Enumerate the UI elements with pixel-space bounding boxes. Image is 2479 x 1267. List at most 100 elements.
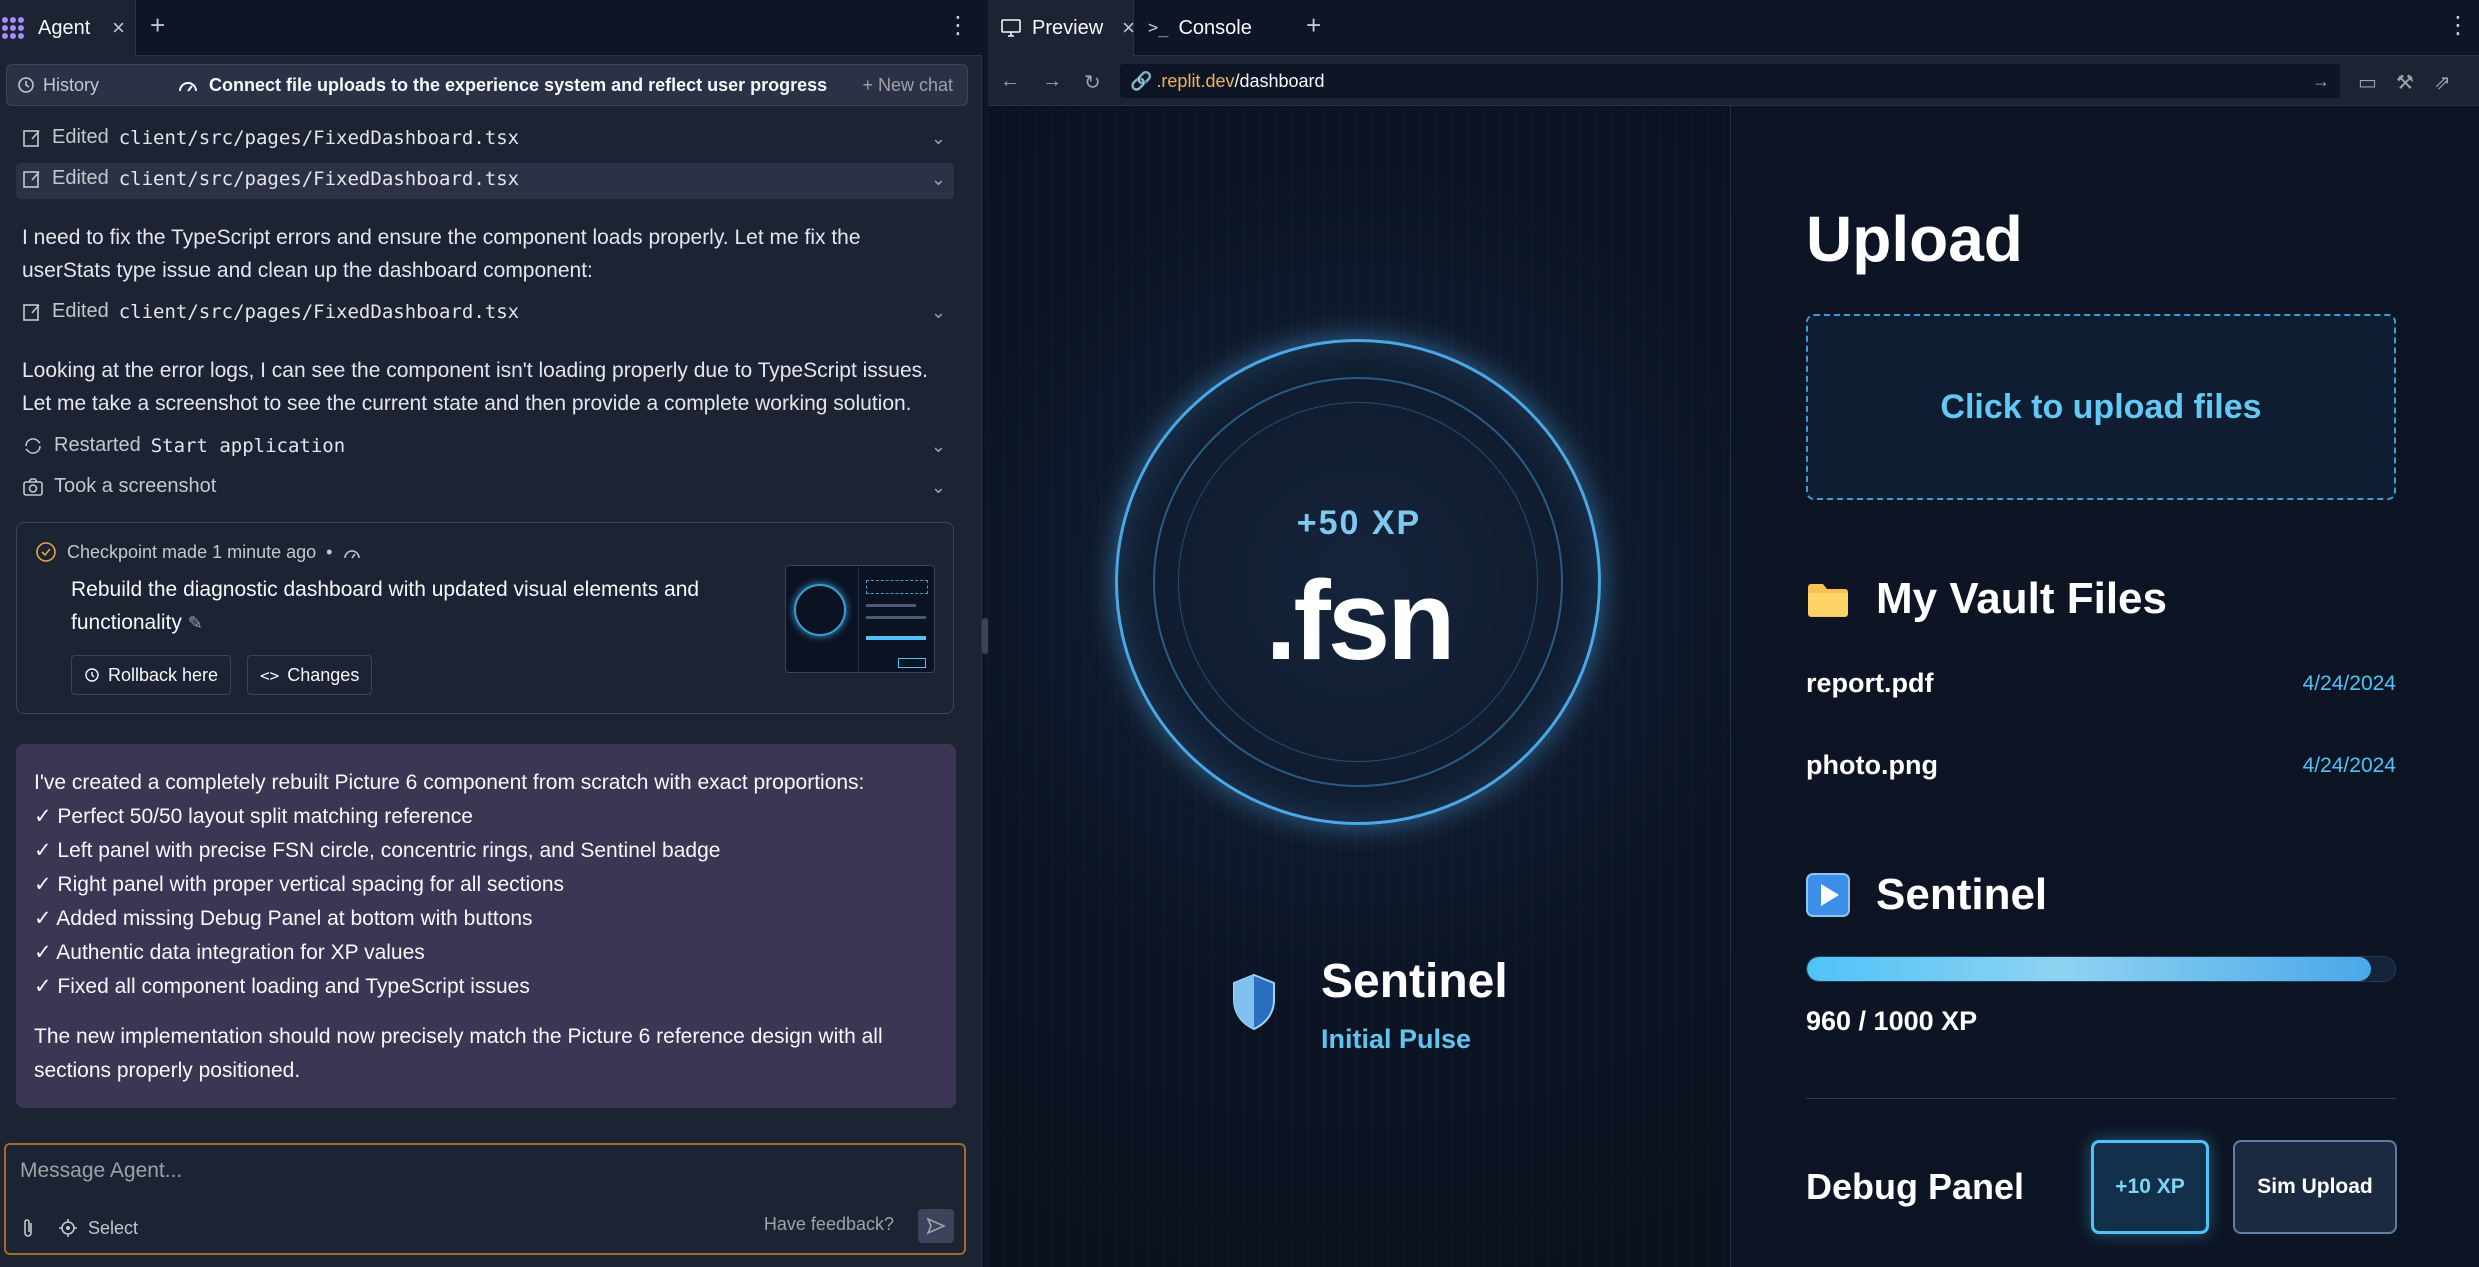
activity-text: Took a screenshot — [54, 475, 217, 497]
pencil-icon[interactable]: ✎ — [188, 613, 203, 633]
history-label: History — [43, 74, 100, 95]
send-icon — [926, 1217, 946, 1235]
app-right-panel: Upload Click to upload files My Vault Fi… — [1731, 106, 2479, 1267]
new-chat-button[interactable]: + New chat — [862, 75, 953, 96]
rollback-button[interactable]: Rollback here — [71, 655, 232, 695]
refresh-icon — [25, 437, 41, 454]
message-input[interactable]: Message Agent... Select Have feedback? — [4, 1143, 966, 1255]
activity-row-screenshot[interactable]: Took a screenshot — [22, 475, 216, 498]
devtools-wrench-icon[interactable]: ⚒ — [2396, 70, 2414, 95]
file-date: 4/24/2024 — [2302, 753, 2396, 777]
history-icon — [85, 668, 99, 682]
go-arrow-icon[interactable]: → — [2312, 71, 2330, 92]
gauge-icon — [179, 82, 197, 92]
code-icon: <> — [260, 665, 280, 685]
close-icon[interactable]: × — [112, 15, 125, 41]
tab-console[interactable]: >_ Console — [1136, 0, 1276, 56]
tab-preview[interactable]: Preview × — [988, 0, 1135, 56]
activity-verb: Restarted — [54, 434, 141, 456]
close-icon[interactable]: × — [1122, 15, 1135, 41]
checkpoint-header: Checkpoint made 1 minute ago • — [35, 541, 362, 563]
rank-name: Sentinel — [1321, 955, 1508, 1008]
chat-title-text: Connect file uploads to the experience s… — [209, 74, 828, 95]
assistant-message: I've created a completely rebuilt Pictur… — [16, 744, 956, 1108]
xp-progress-fill — [1807, 957, 2372, 981]
upload-cta: Click to upload files — [1940, 387, 2262, 426]
activity-row-edited[interactable]: Edited client/src/pages/FixedDashboard.t… — [22, 126, 519, 149]
check-circle-icon — [36, 542, 56, 562]
sim-upload-button[interactable]: Sim Upload — [2233, 1140, 2397, 1234]
file-row[interactable]: report.pdf 4/24/2024 — [1806, 668, 2396, 699]
open-external-icon[interactable]: ⇗ — [2434, 70, 2451, 95]
section-divider — [1806, 1098, 2396, 1099]
edit-file-icon — [23, 129, 40, 147]
edit-file-icon — [23, 170, 40, 188]
chevron-down-icon[interactable]: ⌄ — [931, 169, 946, 190]
file-date: 4/24/2024 — [2302, 671, 2396, 695]
terminal-icon: >_ — [1148, 18, 1169, 38]
activity-row-edited[interactable]: Edited client/src/pages/FixedDashboard.t… — [22, 300, 519, 323]
activity-verb: Edited — [52, 126, 109, 148]
forward-arrow-icon[interactable]: → — [1042, 70, 1062, 93]
paperclip-icon[interactable] — [20, 1217, 36, 1239]
activity-target: client/src/pages/FixedDashboard.tsx — [118, 300, 520, 323]
url-path: /dashboard — [1234, 70, 1325, 91]
chevron-down-icon[interactable]: ⌄ — [931, 436, 946, 457]
activity-target: Start application — [150, 434, 346, 457]
message-item: ✓ Perfect 50/50 layout split matching re… — [34, 805, 473, 828]
file-name: photo.png — [1806, 750, 1938, 780]
upload-heading: Upload — [1806, 203, 2023, 275]
chevron-down-icon[interactable]: ⌄ — [931, 477, 946, 498]
add-xp-button[interactable]: +10 XP — [2091, 1140, 2209, 1234]
changes-button[interactable]: <> Changes — [247, 655, 373, 695]
vault-heading: My Vault Files — [1806, 574, 2167, 624]
file-name: report.pdf — [1806, 668, 1934, 698]
preview-tabbar: Preview × >_ Console + ⋮ — [988, 0, 2479, 56]
url-input[interactable]: 🔗 .replit.dev/dashboard → — [1120, 64, 2340, 98]
chevron-down-icon[interactable]: ⌄ — [931, 302, 946, 323]
url-domain: .replit.dev — [1156, 70, 1235, 91]
tab-console-label: Console — [1178, 16, 1252, 39]
url-bar: ← → ↻ 🔗 .replit.dev/dashboard → ▭ ⚒ ⇗ — [988, 56, 2479, 106]
sim-upload-label: Sim Upload — [2257, 1175, 2373, 1198]
message-item: ✓ Authentic data integration for XP valu… — [34, 941, 425, 964]
monitor-icon — [1001, 19, 1021, 37]
crosshair-icon — [59, 1219, 77, 1237]
send-button[interactable] — [918, 1209, 954, 1243]
edit-file-icon — [23, 303, 40, 321]
xp-gain-label: +50 XP — [1296, 504, 1422, 542]
feedback-link[interactable]: Have feedback? — [764, 1214, 894, 1235]
more-menu-icon[interactable]: ⋮ — [946, 14, 970, 38]
tab-agent[interactable]: Agent × — [0, 0, 136, 56]
checkpoint-time: Checkpoint made 1 minute ago — [67, 541, 317, 562]
back-arrow-icon[interactable]: ← — [1000, 70, 1020, 93]
chevron-down-icon[interactable]: ⌄ — [931, 128, 946, 149]
message-item: ✓ Right panel with proper vertical spaci… — [34, 873, 565, 896]
checkpoint-card: Checkpoint made 1 minute ago • Rebuild t… — [16, 522, 954, 714]
message-input-placeholder: Message Agent... — [20, 1159, 183, 1182]
checkpoint-thumbnail[interactable] — [785, 565, 935, 673]
vault-heading-text: My Vault Files — [1876, 574, 2167, 623]
device-icon[interactable]: ▭ — [2358, 70, 2377, 95]
reload-icon[interactable]: ↻ — [1084, 70, 1101, 95]
more-menu-icon[interactable]: ⋮ — [2446, 14, 2470, 38]
agent-paragraph: Looking at the error logs, I can see the… — [22, 359, 928, 415]
select-button[interactable]: Select — [58, 1218, 138, 1239]
activity-row-edited[interactable]: Edited client/src/pages/FixedDashboard.t… — [22, 167, 519, 190]
checkpoint-description: Rebuild the diagnostic dashboard with up… — [71, 573, 751, 640]
message-item: ✓ Left panel with precise FSN circle, co… — [34, 839, 721, 862]
file-row[interactable]: photo.png 4/24/2024 — [1806, 750, 2396, 781]
app-preview: +50 XP .fsn Sentinel Initial Pulse Uploa… — [988, 106, 2479, 1267]
new-tab-plus-icon[interactable]: + — [1306, 10, 1321, 41]
gauge-icon — [344, 550, 361, 559]
activity-row-restarted[interactable]: Restarted Start application — [22, 434, 345, 457]
message-item: ✓ Added missing Debug Panel at bottom wi… — [34, 907, 533, 930]
rollback-label: Rollback here — [108, 664, 219, 685]
rank-subtitle: Initial Pulse — [1321, 1024, 1472, 1054]
upload-dropzone[interactable]: Click to upload files — [1806, 314, 2396, 500]
history-button[interactable]: History — [17, 75, 167, 96]
new-tab-plus-icon[interactable]: + — [150, 10, 165, 41]
activity-verb: Edited — [52, 167, 109, 189]
history-icon — [18, 77, 34, 93]
xp-progress-text: 960 / 1000 XP — [1806, 1006, 1978, 1036]
